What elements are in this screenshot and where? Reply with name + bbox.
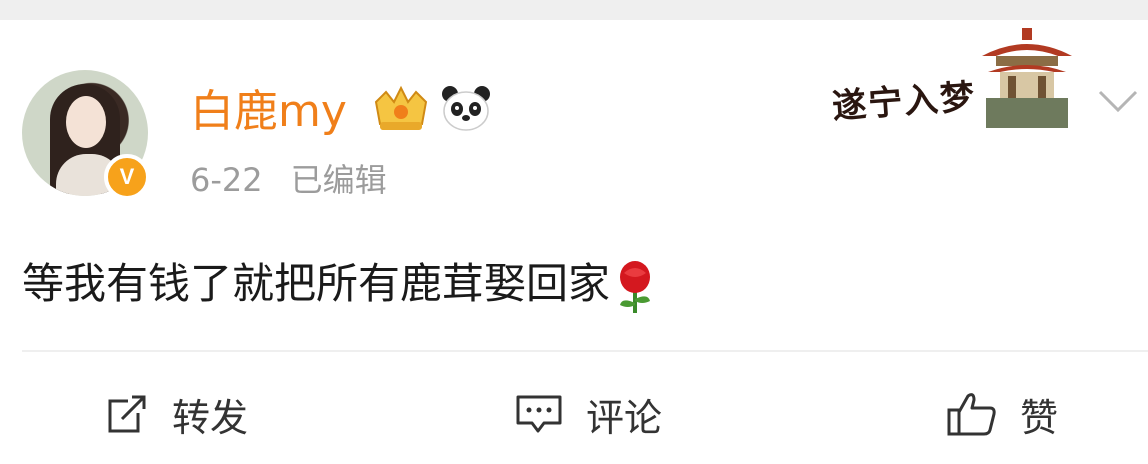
decor-stamp-text: 遂宁入梦 bbox=[831, 77, 978, 127]
edited-label: 已编辑 bbox=[290, 161, 387, 199]
chevron-down-icon[interactable] bbox=[1096, 86, 1140, 116]
verified-badge-icon: V bbox=[104, 154, 150, 200]
post-content: 等我有钱了就把所有鹿茸娶回家 bbox=[22, 256, 656, 315]
repost-button[interactable]: 转发 bbox=[104, 384, 248, 444]
avatar-face bbox=[66, 96, 106, 148]
post-content-text: 等我有钱了就把所有鹿茸娶回家 bbox=[22, 259, 611, 308]
action-divider bbox=[22, 350, 1148, 352]
thumbs-up-icon bbox=[947, 393, 996, 436]
post-meta: 6-22 已编辑 bbox=[190, 158, 387, 202]
decor-stamp: 遂宁入梦 bbox=[831, 26, 1082, 132]
like-label: 赞 bbox=[1020, 395, 1059, 440]
like-button[interactable]: 赞 bbox=[946, 384, 1058, 444]
crown-badge-icon[interactable] bbox=[370, 84, 432, 134]
post-date: 6-22 bbox=[190, 161, 263, 199]
comment-label: 评论 bbox=[586, 395, 663, 440]
repost-label: 转发 bbox=[172, 395, 249, 440]
top-separator bbox=[0, 0, 1148, 20]
pavilion-icon bbox=[982, 28, 1072, 128]
repost-icon bbox=[108, 395, 146, 433]
author-name[interactable]: 白鹿my bbox=[190, 84, 347, 140]
comment-icon bbox=[516, 395, 562, 433]
panda-icon[interactable] bbox=[440, 84, 492, 132]
rose-emoji-icon bbox=[620, 260, 651, 313]
comment-button[interactable]: 评论 bbox=[514, 384, 662, 444]
